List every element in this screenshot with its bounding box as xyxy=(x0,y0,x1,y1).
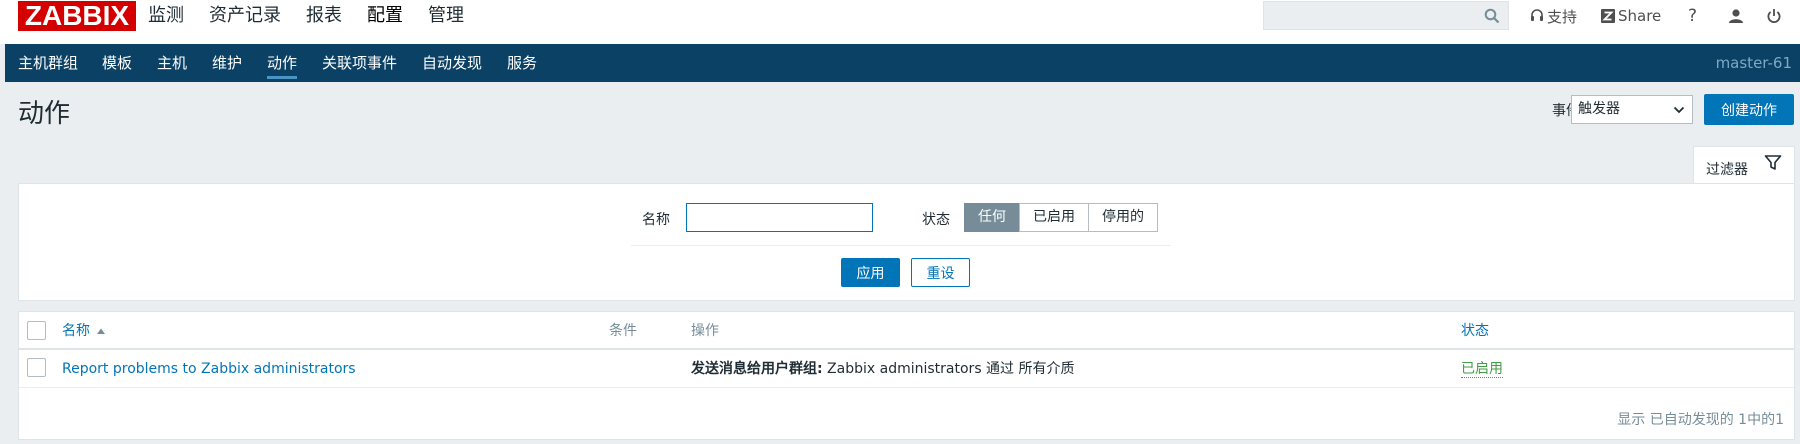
table-stats: 显示 已自动发现的 1中的1 xyxy=(1617,412,1784,428)
status-any-option[interactable]: 任何 xyxy=(964,203,1020,232)
status-radio-group: 任何 已启用 停用的 xyxy=(964,203,1158,232)
search-icon[interactable] xyxy=(1484,8,1500,24)
filter-icon xyxy=(1764,155,1782,170)
filter-panel: 名称 状态 任何 已启用 停用的 应用 重设 xyxy=(18,183,1795,301)
support-label: 支持 xyxy=(1547,7,1578,26)
action-name-link[interactable]: Report problems to Zabbix administrators xyxy=(62,350,356,388)
page-title: 动作 xyxy=(18,99,71,129)
event-source-select[interactable]: 触发器 xyxy=(1571,95,1693,124)
filter-divider xyxy=(631,245,1171,246)
subnav-discovery[interactable]: 自动发现 xyxy=(422,44,482,82)
share-label: Share xyxy=(1618,7,1662,25)
status-cell: 已启用 xyxy=(1461,350,1503,388)
search-input[interactable] xyxy=(1264,2,1474,29)
create-action-button[interactable]: 创建动作 xyxy=(1704,94,1794,125)
main-menu: 监测 资产记录 报表 配置 管理 xyxy=(148,0,489,56)
subnav-event-correlation[interactable]: 关联项事件 xyxy=(322,44,397,82)
column-header-status[interactable]: 状态 xyxy=(1461,312,1489,350)
share-link[interactable]: Share xyxy=(1601,0,1661,32)
menu-inventory[interactable]: 资产记录 xyxy=(209,0,281,44)
status-disabled-option[interactable]: 停用的 xyxy=(1088,203,1158,232)
column-header-conditions: 条件 xyxy=(609,323,637,339)
select-all-checkbox[interactable] xyxy=(27,321,46,340)
top-header: ZABBIX 监测 资产记录 报表 配置 管理 支持 Share ? xyxy=(0,0,1800,56)
filter-name-label: 名称 xyxy=(642,212,670,228)
action-operation: 发送消息给用户群组: Zabbix administrators 通过 所有介质 xyxy=(691,350,1075,388)
reset-button[interactable]: 重设 xyxy=(911,258,970,287)
column-header-name[interactable]: 名称 xyxy=(62,312,106,350)
status-enabled-link[interactable]: 已启用 xyxy=(1461,361,1503,378)
operation-detail: Zabbix administrators 通过 所有介质 xyxy=(822,361,1075,377)
menu-reports[interactable]: 报表 xyxy=(306,0,342,44)
subnav-services[interactable]: 服务 xyxy=(507,44,537,82)
table-header-row: 名称 条件 操作 状态 xyxy=(19,312,1794,350)
user-profile-button[interactable] xyxy=(1728,0,1747,32)
menu-configuration[interactable]: 配置 xyxy=(367,0,403,56)
apply-button[interactable]: 应用 xyxy=(841,258,900,287)
headset-icon xyxy=(1531,9,1543,21)
column-header-operations: 操作 xyxy=(691,323,719,339)
sign-out-button[interactable] xyxy=(1766,0,1785,32)
status-enabled-option[interactable]: 已启用 xyxy=(1019,203,1089,232)
subnav-host-groups[interactable]: 主机群组 xyxy=(18,44,78,82)
filter-name-input[interactable] xyxy=(686,203,873,232)
menu-monitoring[interactable]: 监测 xyxy=(148,0,184,44)
subnav-templates[interactable]: 模板 xyxy=(102,44,132,82)
subnav-maintenance[interactable]: 维护 xyxy=(212,44,242,82)
event-source-value: 触发器 xyxy=(1578,101,1620,117)
power-icon xyxy=(1767,9,1781,23)
sort-asc-icon xyxy=(97,328,106,334)
user-icon xyxy=(1729,9,1743,23)
subnav-hosts[interactable]: 主机 xyxy=(157,44,187,82)
filter-tab[interactable]: 过滤器 xyxy=(1693,146,1795,185)
subnav-actions[interactable]: 动作 xyxy=(267,44,298,82)
operation-type: 发送消息给用户群组: xyxy=(691,361,823,377)
row-checkbox[interactable] xyxy=(27,358,46,377)
global-search xyxy=(1263,1,1509,30)
menu-administration[interactable]: 管理 xyxy=(428,0,464,44)
filter-tab-label: 过滤器 xyxy=(1706,162,1748,178)
sub-navigation: 主机群组 模板 主机 维护 动作 关联项事件 自动发现 服务 master-61 xyxy=(5,44,1800,82)
chevron-down-icon xyxy=(1673,106,1685,114)
actions-table: 名称 条件 操作 状态 Report problems to Zabbix ad… xyxy=(18,311,1795,440)
support-link[interactable]: 支持 xyxy=(1530,0,1577,32)
zabbix-logo[interactable]: ZABBIX xyxy=(18,1,136,31)
column-header-name-label: 名称 xyxy=(62,323,90,339)
filter-status-label: 状态 xyxy=(922,212,950,228)
table-row: Report problems to Zabbix administrators… xyxy=(19,350,1794,388)
help-icon[interactable]: ? xyxy=(1688,0,1697,32)
share-z-icon xyxy=(1601,9,1615,23)
server-name: master-61 xyxy=(1715,54,1792,72)
